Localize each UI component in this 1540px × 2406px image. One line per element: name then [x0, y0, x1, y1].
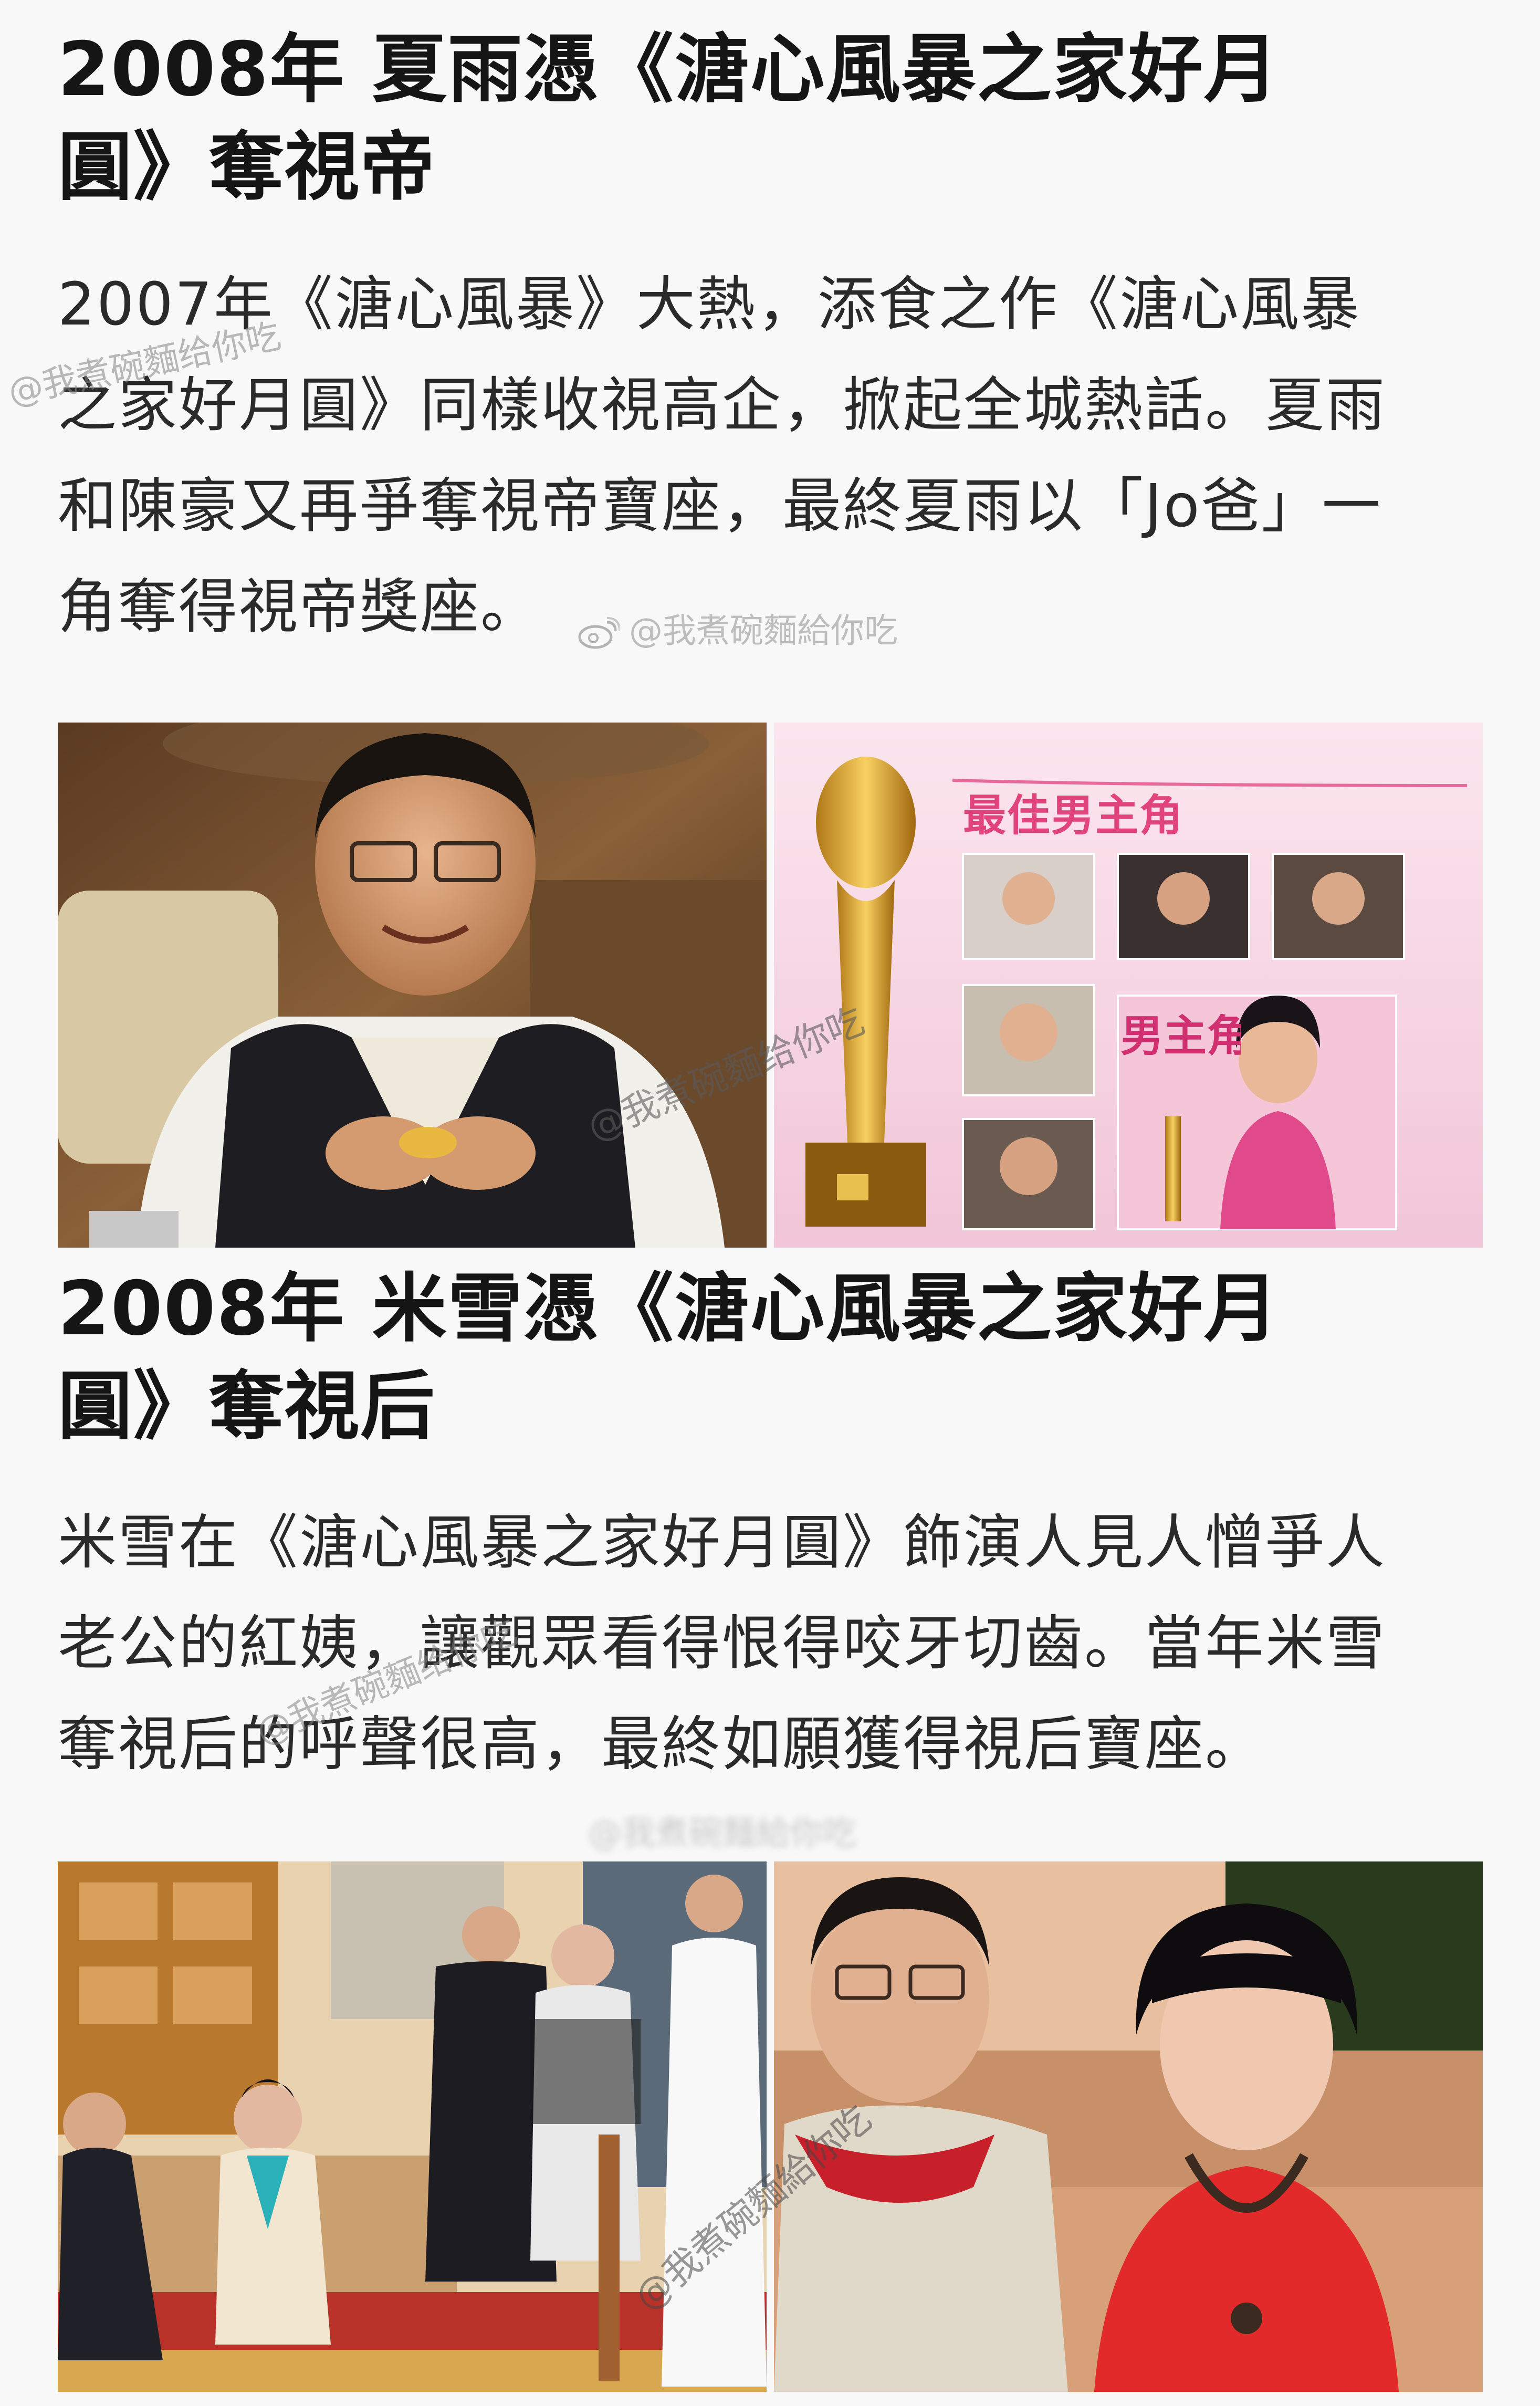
photo-award-ceremony-collage: 最佳男主角 男主角 [774, 723, 1483, 1248]
section1-heading: 2008年 夏雨憑《溏心風暴之家好月 圓》奪視帝 [58, 21, 1481, 216]
photo-actor-man-sitting [58, 723, 767, 1248]
section2-header: 2008年 米雪憑《溏心風暴之家好月 圓》奪視后 [58, 1260, 1481, 1456]
section1-paragraph: 2007年《溏心風暴》大熱，添食之作《溏心風暴 之家好月圓》同樣收視高企，掀起全… [58, 254, 1481, 657]
award-banner-partial: 男主角 [1120, 1011, 1241, 1061]
section1-body-line1: 2007年《溏心風暴》大熱，添食之作《溏心風暴 [58, 270, 1361, 339]
section2-paragraph: 米雪在《溏心風暴之家好月圓》飾演人見人憎爭人 老公的紅姨，讓觀眾看得恨得咬牙切齒… [58, 1492, 1481, 1795]
section1-body-line3: 和陳豪又再爭奪視帝寶座，最終夏雨以「Jo爸」一 [58, 472, 1382, 540]
section2-heading-line1: 2008年 米雪憑《溏心風暴之家好月 [58, 1265, 1280, 1352]
section1-header: 2008年 夏雨憑《溏心風暴之家好月 圓》奪視帝 [58, 21, 1481, 216]
section2-body-line1: 米雪在《溏心風暴之家好月圓》飾演人見人憎爭人 [58, 1509, 1386, 1577]
weibo-watermark-1-text: @我煮碗麵給你吃 [629, 612, 898, 651]
section1-heading-line1: 2008年 夏雨憑《溏心風暴之家好月 [58, 26, 1280, 113]
weibo-logo-icon [578, 616, 621, 650]
photo-family-living-room [58, 1861, 767, 2392]
section2-body-line3: 奪視后的呼聲很高，最終如願獲得視后寶座。 [58, 1710, 1265, 1779]
section1-heading-line2: 圓》奪視帝 [58, 124, 436, 211]
photo-couple-portrait [774, 1861, 1483, 2392]
award-banner-title: 最佳男主角 [963, 791, 1184, 841]
section2-heading-line2: 圓》奪視后 [58, 1363, 436, 1450]
section2-body: 米雪在《溏心風暴之家好月圓》飾演人見人憎爭人 老公的紅姨，讓觀眾看得恨得咬牙切齒… [58, 1492, 1481, 1795]
section2-body-line2: 老公的紅姨，讓觀眾看得恨得咬牙切齒。當年米雪 [58, 1609, 1386, 1678]
section2-heading: 2008年 米雪憑《溏心風暴之家好月 圓》奪視后 [58, 1260, 1481, 1456]
section1-body-line4: 角奪得視帝獎座。 [58, 573, 541, 641]
blurred-watermark: @我煮碗麵給你吃 [588, 1814, 857, 1853]
weibo-watermark-1: @我煮碗麵給你吃 [578, 604, 898, 652]
article-page: 2008年 夏雨憑《溏心風暴之家好月 圓》奪視帝 2007年《溏心風暴》大熱，添… [0, 0, 1540, 2406]
section1-body: 2007年《溏心風暴》大熱，添食之作《溏心風暴 之家好月圓》同樣收視高企，掀起全… [58, 254, 1481, 657]
section1-body-line2: 之家好月圓》同樣收視高企，掀起全城熱話。夏雨 [58, 371, 1386, 440]
